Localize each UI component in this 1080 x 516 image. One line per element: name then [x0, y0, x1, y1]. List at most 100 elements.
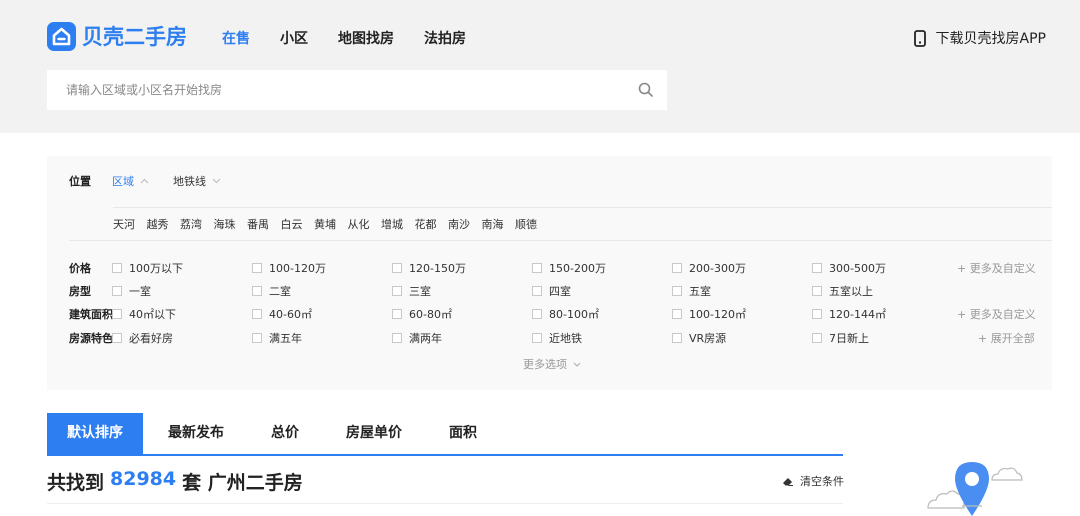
district-item[interactable]: 增城 [381, 216, 403, 232]
checkbox[interactable] [532, 263, 542, 273]
checkbox[interactable] [672, 263, 682, 273]
more-options-toggle[interactable]: 更多选项 [523, 356, 581, 372]
filter-option[interactable]: 7日新上 [812, 330, 869, 346]
district-item[interactable]: 海珠 [214, 216, 236, 232]
district-item[interactable]: 黄埔 [314, 216, 336, 232]
checkbox[interactable] [392, 309, 402, 319]
option-label: 必看好房 [129, 332, 173, 345]
option-label: 300-500万 [829, 262, 886, 275]
checkbox[interactable] [112, 286, 122, 296]
option-label: 7日新上 [829, 332, 869, 345]
filter-option[interactable]: 40㎡以下 [112, 306, 176, 322]
option-label: 100万以下 [129, 262, 183, 275]
filter-option[interactable]: 100万以下 [112, 260, 183, 276]
more-options-label: 更多选项 [523, 358, 567, 371]
checkbox[interactable] [672, 333, 682, 343]
nav-item-on-sale[interactable]: 在售 [222, 28, 250, 48]
checkbox[interactable] [672, 286, 682, 296]
filter-option[interactable]: 120-150万 [392, 260, 466, 276]
district-item[interactable]: 顺德 [515, 216, 537, 232]
district-item[interactable]: 番禺 [247, 216, 269, 232]
filter-option[interactable]: 四室 [532, 283, 571, 299]
chevron-up-icon [140, 178, 149, 184]
checkbox[interactable] [112, 309, 122, 319]
tab-total-price[interactable]: 总价 [271, 413, 299, 454]
checkbox[interactable] [812, 309, 822, 319]
search-input[interactable] [47, 71, 607, 109]
district-item[interactable]: 南沙 [448, 216, 470, 232]
tab-district-label: 区域 [112, 175, 134, 188]
district-item[interactable]: 白云 [281, 216, 303, 232]
logo[interactable]: 贝壳二手房 [47, 21, 187, 51]
filter-option[interactable]: 五室以上 [812, 283, 873, 299]
tab-newest[interactable]: 最新发布 [168, 413, 224, 454]
filter-option[interactable]: 40-60㎡ [252, 306, 312, 322]
filter-option[interactable]: 120-144㎡ [812, 306, 886, 322]
checkbox[interactable] [392, 333, 402, 343]
checkbox[interactable] [252, 263, 262, 273]
nav-item-community[interactable]: 小区 [280, 28, 308, 48]
nav-item-auction[interactable]: 法拍房 [424, 28, 466, 48]
more-custom-link[interactable]: + 更多及自定义 [957, 260, 1036, 276]
checkbox[interactable] [532, 333, 542, 343]
checkbox[interactable] [392, 263, 402, 273]
checkbox[interactable] [672, 309, 682, 319]
result-suffix: 套 广州二手房 [182, 472, 303, 494]
option-label: 满五年 [269, 332, 302, 345]
filter-option[interactable]: 80-100㎡ [532, 306, 599, 322]
filter-option[interactable]: 150-200万 [532, 260, 606, 276]
tab-unit-price[interactable]: 房屋单价 [346, 413, 402, 454]
option-label: 二室 [269, 285, 291, 298]
filter-option[interactable]: 满五年 [252, 330, 302, 346]
filter-option[interactable]: 200-300万 [672, 260, 746, 276]
chevron-down-icon [573, 362, 581, 367]
checkbox[interactable] [812, 263, 822, 273]
checkbox[interactable] [112, 333, 122, 343]
sort-tabs: 默认排序 最新发布 总价 房屋单价 面积 [47, 413, 843, 456]
checkbox[interactable] [392, 286, 402, 296]
checkbox[interactable] [812, 286, 822, 296]
result-count: 82984 [110, 468, 177, 490]
filter-option[interactable]: 五室 [672, 283, 711, 299]
filter-option[interactable]: 100-120万 [252, 260, 326, 276]
district-item[interactable]: 南海 [482, 216, 504, 232]
filter-option[interactable]: VR房源 [672, 330, 726, 346]
filter-option[interactable]: 三室 [392, 283, 431, 299]
filter-option[interactable]: 满两年 [392, 330, 442, 346]
tab-default-sort[interactable]: 默认排序 [47, 413, 143, 454]
district-item[interactable]: 天河 [113, 216, 135, 232]
app-download-link[interactable]: 下载贝壳找房APP [913, 28, 1046, 48]
tab-subway[interactable]: 地铁线 [173, 173, 221, 189]
option-label: 100-120㎡ [689, 308, 746, 321]
filter-option[interactable]: 必看好房 [112, 330, 173, 346]
checkbox[interactable] [252, 286, 262, 296]
district-item[interactable]: 荔湾 [180, 216, 202, 232]
district-item[interactable]: 花都 [415, 216, 437, 232]
clear-filters-button[interactable]: 清空条件 [782, 473, 844, 489]
option-label: 五室以上 [829, 285, 873, 298]
filter-option[interactable]: 60-80㎡ [392, 306, 452, 322]
filter-option[interactable]: 近地铁 [532, 330, 582, 346]
phone-icon [913, 29, 926, 47]
checkbox[interactable] [112, 263, 122, 273]
filter-option[interactable]: 二室 [252, 283, 291, 299]
option-label: 120-144㎡ [829, 308, 886, 321]
filter-option[interactable]: 100-120㎡ [672, 306, 746, 322]
tab-district[interactable]: 区域 [112, 173, 149, 189]
checkbox[interactable] [532, 309, 542, 319]
district-item[interactable]: 从化 [348, 216, 370, 232]
expand-all-link[interactable]: + 展开全部 [978, 330, 1035, 346]
filter-option[interactable]: 一室 [112, 283, 151, 299]
search-icon[interactable] [638, 82, 654, 98]
filter-option[interactable]: 300-500万 [812, 260, 886, 276]
nav-item-map-search[interactable]: 地图找房 [338, 28, 394, 48]
checkbox[interactable] [252, 333, 262, 343]
tab-area[interactable]: 面积 [449, 413, 477, 454]
checkbox[interactable] [812, 333, 822, 343]
more-custom-link[interactable]: + 更多及自定义 [957, 306, 1036, 322]
header: 贝壳二手房 在售 小区 地图找房 法拍房 下载贝壳找房APP [0, 0, 1080, 133]
position-label: 位置 [69, 175, 91, 188]
checkbox[interactable] [252, 309, 262, 319]
checkbox[interactable] [532, 286, 542, 296]
district-item[interactable]: 越秀 [147, 216, 169, 232]
